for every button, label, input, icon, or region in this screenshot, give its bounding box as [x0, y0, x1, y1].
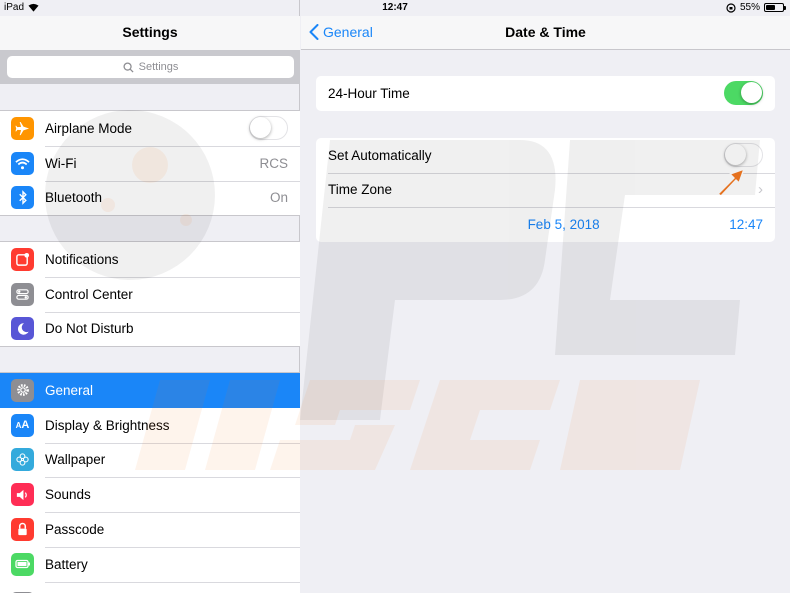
wifi-icon	[11, 151, 34, 175]
sidebar-item-bluetooth[interactable]: Bluetooth On	[0, 180, 300, 216]
hour24-label: 24-Hour Time	[328, 85, 410, 101]
speaker-icon	[11, 483, 34, 507]
sidebar-title: Settings	[122, 24, 178, 40]
sidebar-item-label: General	[45, 382, 94, 398]
settings-group-connectivity: Airplane Mode Wi-Fi RCS Bluetooth On	[0, 110, 300, 217]
search-bar: Settings	[0, 50, 300, 84]
hour24-toggle[interactable]	[724, 81, 763, 106]
sidebar-item-label: Wallpaper	[45, 452, 106, 468]
sidebar-item-partial[interactable]	[0, 581, 300, 593]
sidebar-item-label: Bluetooth	[45, 190, 103, 206]
airplane-mode-toggle[interactable]	[249, 116, 288, 141]
sidebar-item-wifi[interactable]: Wi-Fi RCS	[0, 145, 300, 181]
detail-pane: Date & Time General 24-Hour Time Set Aut…	[301, 0, 790, 593]
hour24-card: 24-Hour Time	[316, 76, 775, 111]
time-zone-row[interactable]: Time Zone ›	[316, 172, 775, 208]
notifications-icon	[11, 247, 34, 271]
date-value[interactable]: Feb 5, 2018	[328, 217, 729, 232]
sidebar-item-do-not-disturb[interactable]: Do Not Disturb	[0, 311, 300, 347]
lock-icon	[11, 518, 34, 542]
battery-percent: 55%	[739, 2, 760, 13]
battery-icon	[11, 552, 34, 576]
battery-status-icon	[764, 3, 786, 12]
set-automatically-row: Set Automatically	[316, 138, 775, 173]
pointer-arrow-icon	[717, 168, 745, 197]
sidebar-header: Settings	[0, 16, 300, 50]
sidebar-item-airplane-mode[interactable]: Airplane Mode	[0, 111, 300, 146]
wallpaper-icon	[11, 448, 34, 472]
sidebar-item-sounds[interactable]: Sounds	[0, 477, 300, 512]
datetime-card: Set Automatically Time Zone › Feb 5, 201…	[316, 138, 775, 242]
bluetooth-icon	[11, 186, 34, 210]
time-value[interactable]: 12:47	[729, 217, 763, 232]
clock: 12:47	[382, 2, 408, 13]
back-button-label: General	[323, 24, 373, 40]
moon-icon	[11, 317, 34, 341]
status-bar: iPad 12:47 55%	[0, 0, 790, 16]
airplane-icon	[11, 116, 34, 140]
time-zone-label: Time Zone	[328, 182, 393, 198]
sidebar-item-label: Battery	[45, 556, 88, 572]
sidebar-item-wallpaper[interactable]: Wallpaper	[0, 442, 300, 478]
sidebar-item-label: Passcode	[45, 522, 105, 538]
gear-icon	[11, 378, 34, 402]
sidebar-item-notifications[interactable]: Notifications	[0, 242, 300, 277]
search-placeholder: Settings	[138, 61, 179, 73]
sidebar-item-label: Wi-Fi	[45, 155, 77, 171]
sidebar-item-label: Sounds	[45, 487, 91, 503]
settings-group-notifications: Notifications Control Center Do Not Dist…	[0, 241, 300, 348]
sidebar-item-display-brightness[interactable]: AA Display & Brightness	[0, 408, 300, 443]
sidebar-item-passcode[interactable]: Passcode	[0, 512, 300, 547]
rotation-lock-icon	[726, 2, 736, 13]
page-title: Date & Time	[505, 24, 586, 40]
sidebar-item-label: Control Center	[45, 286, 133, 302]
back-button[interactable]: General	[309, 24, 373, 40]
chevron-left-icon	[309, 24, 319, 40]
date-time-row[interactable]: Feb 5, 2018 12:47	[316, 207, 775, 242]
detail-header: Date & Time General	[301, 16, 790, 50]
sidebar-item-label: Display & Brightness	[45, 417, 170, 433]
chevron-right-icon: ›	[758, 181, 763, 199]
set-automatically-label: Set Automatically	[328, 147, 432, 163]
sidebar-item-battery[interactable]: Battery	[0, 546, 300, 582]
wifi-network-value: RCS	[259, 155, 288, 171]
hour24-row: 24-Hour Time	[316, 76, 775, 111]
sidebar-item-general[interactable]: General	[0, 373, 300, 408]
control-center-icon	[11, 282, 34, 306]
sidebar-item-label: Do Not Disturb	[45, 321, 134, 337]
settings-group-general: General AA Display & Brightness Wallpape…	[0, 372, 300, 593]
search-icon	[123, 61, 134, 73]
display-icon: AA	[11, 413, 34, 437]
settings-sidebar: Settings Settings Airplane Mode Wi-Fi RC…	[0, 0, 300, 593]
sidebar-item-control-center[interactable]: Control Center	[0, 276, 300, 312]
search-input[interactable]: Settings	[7, 56, 294, 78]
sidebar-item-label: Notifications	[45, 251, 119, 267]
sidebar-item-label: Airplane Mode	[45, 120, 133, 136]
bluetooth-status-value: On	[269, 190, 288, 206]
